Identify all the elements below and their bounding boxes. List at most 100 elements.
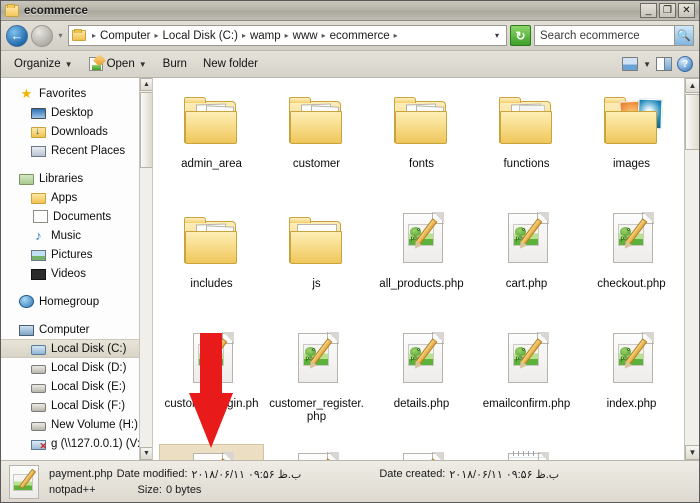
drive-icon (31, 421, 46, 431)
file-item-result-php[interactable]: php result.php (264, 444, 369, 460)
refresh-icon[interactable]: ↻ (510, 25, 531, 46)
pane-scroll-down-button[interactable]: ▼ (685, 445, 699, 460)
breadcrumb-item-www[interactable]: www (292, 30, 319, 42)
open-label: Open (106, 58, 135, 70)
file-item-functions[interactable]: functions (474, 84, 579, 204)
pane-scroll-up-button[interactable]: ▲ (685, 78, 699, 93)
file-item-admin-area[interactable]: admin_area (159, 84, 264, 204)
music-icon: ♪ (35, 227, 42, 243)
file-list-pane[interactable]: admin_area customer fonts functions imag… (153, 78, 699, 460)
file-item-images[interactable]: images (579, 84, 684, 204)
new-folder-button[interactable]: New folder (196, 54, 265, 74)
file-item-fonts[interactable]: fonts (369, 84, 474, 204)
file-item-payment-php[interactable]: php payment.php (159, 444, 264, 460)
command-toolbar: Organize ▼ Open ▼ Burn New folder ▼ ? (1, 51, 699, 78)
sidebar-item-local-disk-c[interactable]: Local Disk (C:) (1, 339, 152, 358)
desktop-icon (31, 108, 46, 119)
maximize-button[interactable]: ❐ (659, 3, 676, 18)
file-item-cart-php[interactable]: php cart.php (474, 204, 579, 324)
breadcrumb-dropdown-icon[interactable]: ▾ (491, 31, 503, 40)
pane-scroll-thumb[interactable] (685, 94, 699, 150)
details-status-bar: payment.php Date modified: ۲۰۱۸/۰۶/۱۱ ب.… (1, 460, 699, 502)
sidebar-item-favorites[interactable]: ★ Favorites (1, 84, 152, 103)
folder-icon (180, 211, 244, 273)
system-drive-icon (31, 344, 46, 355)
history-dropdown-icon[interactable]: ▾ (56, 31, 65, 40)
sidebar-item-documents[interactable]: Documents (1, 207, 152, 226)
php-file-icon: php (285, 331, 349, 393)
sidebar-item-recent-places[interactable]: Recent Places (1, 141, 152, 160)
sidebar-item-videos[interactable]: Videos (1, 264, 152, 283)
breadcrumb[interactable]: ▸ Computer ▸ Local Disk (C:) ▸ wamp ▸ ww… (68, 25, 507, 46)
search-box[interactable]: Search ecommerce 🔍 (534, 25, 694, 46)
file-item-customer[interactable]: customer (264, 84, 369, 204)
php-file-icon: php (180, 451, 244, 460)
file-item-all-products-php[interactable]: php all_products.php (369, 204, 474, 324)
sidebar-item-new-volume-h[interactable]: New Volume (H:) (1, 415, 152, 434)
file-item-checkout-php[interactable]: php checkout.php (579, 204, 684, 324)
sidebar-scroll-up-button[interactable]: ▲ (140, 78, 152, 91)
sidebar-item-computer[interactable]: Computer (1, 320, 152, 339)
sidebar-item-apps[interactable]: Apps (1, 188, 152, 207)
sidebar-item-pictures[interactable]: Pictures (1, 245, 152, 264)
forward-button[interactable]: → (31, 24, 53, 47)
file-name: details.php (393, 398, 450, 410)
file-item-includes[interactable]: includes (159, 204, 264, 324)
search-icon[interactable]: 🔍 (674, 26, 693, 45)
file-name: customer_register.php (269, 398, 364, 423)
sidebar-item-libraries[interactable]: Libraries (1, 169, 152, 188)
sidebar-item-downloads[interactable]: Downloads (1, 122, 152, 141)
preview-pane-icon[interactable] (656, 57, 672, 71)
burn-button[interactable]: Burn (156, 54, 194, 74)
document-icon (33, 210, 48, 223)
sidebar-group-computer: Computer Local Disk (C:) Local Disk (D:)… (1, 320, 152, 453)
help-icon[interactable]: ? (677, 56, 693, 72)
sidebar-label: New Volume (H:) (51, 418, 138, 431)
file-item-index-php[interactable]: php index.php (579, 324, 684, 444)
sidebar-scroll-thumb[interactable] (140, 92, 152, 168)
back-button[interactable]: ← (6, 24, 28, 47)
star-icon: ★ (20, 85, 33, 101)
sidebar-item-local-disk-d[interactable]: Local Disk (D:) (1, 358, 152, 377)
sidebar-scroll-down-button[interactable]: ▼ (140, 447, 152, 460)
file-item-emailconfirm-php[interactable]: php emailconfirm.php (474, 324, 579, 444)
file-item-js[interactable]: js (264, 204, 369, 324)
search-input[interactable]: Search ecommerce (540, 30, 674, 42)
breadcrumb-item-wamp[interactable]: wamp (249, 30, 282, 42)
breadcrumb-item-computer[interactable]: Computer (99, 30, 152, 42)
recent-places-icon (31, 146, 46, 157)
change-view-icon[interactable] (622, 57, 639, 71)
date-created-value: ۲۰۱۸/۰۶/۱۱ ب.ظ ۰۹:۵۶ (449, 468, 560, 481)
breadcrumb-item-ecommerce[interactable]: ecommerce (329, 30, 391, 42)
sidebar-item-desktop[interactable]: Desktop (1, 103, 152, 122)
sidebar-label: Libraries (39, 172, 84, 185)
folder-icon (31, 193, 46, 204)
file-item-customer-login-php[interactable]: php customer_login.php (159, 324, 264, 444)
status-file-name: payment.php (49, 468, 113, 480)
breadcrumb-item-local-disk-c[interactable]: Local Disk (C:) (162, 30, 239, 42)
sidebar-item-homegroup[interactable]: Homegroup (1, 292, 152, 311)
file-item-server-php[interactable]: php server.php (369, 444, 474, 460)
close-button[interactable]: ✕ (678, 3, 695, 18)
sidebar-item-network-drive-v[interactable]: g (\\127.0.0.1) (V: (1, 434, 152, 453)
sidebar-group-libraries: Libraries Apps Documents ♪ Music Picture… (1, 169, 152, 283)
sidebar-scrollbar[interactable]: ▲ ▼ (139, 78, 152, 460)
file-item-style-css[interactable]: style.css (474, 444, 579, 460)
sidebar-item-local-disk-f[interactable]: Local Disk (F:) (1, 396, 152, 415)
open-button[interactable]: Open ▼ (82, 53, 154, 75)
file-item-details-php[interactable]: php details.php (369, 324, 474, 444)
chevron-down-icon[interactable]: ▼ (643, 60, 651, 69)
file-pane-scrollbar[interactable]: ▲ ▼ (684, 78, 699, 460)
organize-button[interactable]: Organize ▼ (7, 54, 80, 74)
file-item-customer-register-php[interactable]: php customer_register.php (264, 324, 369, 444)
minimize-button[interactable]: _ (640, 3, 657, 18)
breadcrumb-separator: ▸ (393, 31, 398, 40)
file-name: includes (190, 278, 233, 290)
status-line-2: notpad++ Size: 0 bytes (49, 484, 559, 496)
sidebar-item-music[interactable]: ♪ Music (1, 226, 152, 245)
file-name: emailconfirm.php (482, 398, 571, 410)
sidebar-label: Music (51, 229, 82, 242)
breadcrumb-folder-icon (72, 29, 86, 41)
sidebar-item-local-disk-e[interactable]: Local Disk (E:) (1, 377, 152, 396)
sidebar-label: Downloads (51, 125, 108, 138)
